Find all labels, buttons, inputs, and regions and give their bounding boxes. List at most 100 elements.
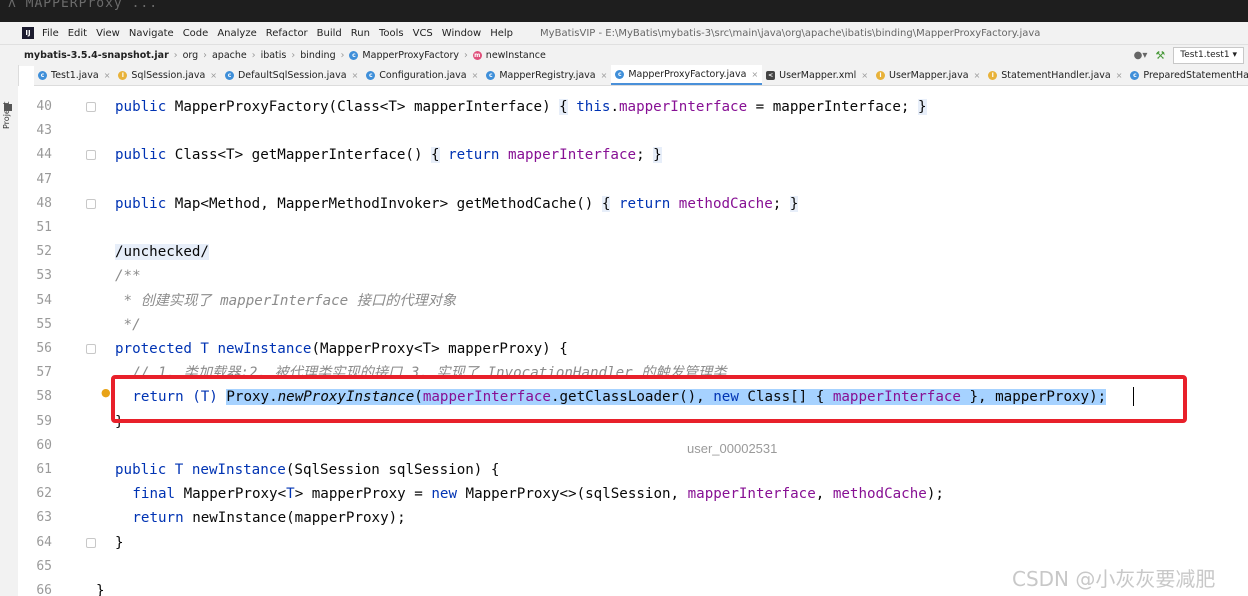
close-tab-icon[interactable]: ×: [601, 71, 608, 80]
code-text: return newInstance(mapperProxy);: [132, 506, 405, 530]
top-strip-text: ʌ MAPPERProxy ...: [8, 0, 159, 11]
breadcrumb-item[interactable]: › m newInstance: [459, 50, 546, 61]
menu-help[interactable]: Help: [490, 28, 513, 39]
code-line[interactable]: 56 protected T newInstance(MapperProxy<T>…: [0, 337, 1248, 361]
code-token: this: [576, 99, 611, 115]
menu-run[interactable]: Run: [351, 28, 370, 39]
code-line[interactable]: 54 * 创建实现了 mapperInterface 接口的代理对象: [0, 289, 1248, 313]
breadcrumb-item[interactable]: › org: [169, 50, 198, 61]
lightbulb-icon[interactable]: ●: [101, 387, 111, 398]
menu-tools[interactable]: Tools: [379, 28, 404, 39]
breadcrumb-label: apache: [211, 50, 247, 61]
line-number: 58: [36, 389, 52, 405]
menu-navigate[interactable]: Navigate: [129, 28, 174, 39]
menu-refactor[interactable]: Refactor: [266, 28, 308, 39]
tab-label: PreparedStatementHandler.java: [1143, 69, 1248, 81]
code-line[interactable]: 52/unchecked/: [0, 240, 1248, 264]
user-icon[interactable]: ●▾: [1134, 50, 1148, 61]
run-config-select[interactable]: Test1.test1 ▾: [1173, 47, 1244, 64]
close-tab-icon[interactable]: ×: [861, 71, 868, 80]
close-tab-icon[interactable]: ×: [1116, 71, 1123, 80]
code-line[interactable]: 51: [0, 216, 1248, 240]
menu-edit[interactable]: Edit: [68, 28, 87, 39]
code-line[interactable]: 43: [0, 119, 1248, 143]
code-editor[interactable]: 40 public MapperProxyFactory(Class<T> map…: [0, 86, 1248, 596]
fold-toggle-icon[interactable]: [86, 344, 96, 354]
editor-tab[interactable]: cPreparedStatementHandler.java×: [1126, 65, 1248, 85]
code-token: return: [448, 147, 508, 164]
code-text: }: [96, 579, 105, 596]
code-text: return (T) Proxy.newProxyInstance(mapper…: [132, 385, 1107, 409]
editor-tab[interactable]: c Configuration.java ×: [362, 65, 482, 85]
menu-window[interactable]: Window: [442, 28, 481, 39]
fold-toggle-icon[interactable]: [86, 102, 96, 112]
close-tab-icon[interactable]: ×: [104, 71, 111, 80]
class-icon: c: [366, 70, 376, 80]
code-line[interactable]: 58 return (T) Proxy.newProxyInstance(mapp…: [0, 385, 1248, 409]
breadcrumb-label: ibatis: [260, 50, 287, 61]
hammer-icon[interactable]: ⚒: [1155, 49, 1165, 62]
close-tab-icon[interactable]: ×: [210, 71, 217, 80]
code-token: ;: [636, 147, 654, 164]
code-line[interactable]: 62 final MapperProxy<T> mapperProxy = new…: [0, 482, 1248, 506]
code-line[interactable]: 63 return newInstance(mapperProxy);: [0, 506, 1248, 530]
editor-tab[interactable]: c Test1.java ×: [34, 65, 114, 85]
code-token: ,: [815, 486, 833, 503]
menu-vcs[interactable]: VCS: [413, 28, 433, 39]
breadcrumb: mybatis-3.5.4-snapshot.jar › org › apache › ib…: [0, 50, 546, 61]
code-text: protected T newInstance(MapperProxy<T> m…: [115, 337, 568, 361]
fold-toggle-icon[interactable]: [86, 198, 96, 209]
fold-toggle-icon[interactable]: [86, 537, 96, 548]
code-line[interactable]: 55 */: [0, 313, 1248, 337]
editor-tab[interactable]: c MapperRegistry.java ×: [482, 65, 611, 85]
menu-build[interactable]: Build: [317, 28, 342, 39]
close-tab-icon[interactable]: ×: [352, 71, 359, 80]
editor-tab[interactable]: I SqlSession.java ×: [114, 65, 221, 85]
code-line[interactable]: 57 // 1. 类加载器;2. 被代理类实现的接口 3. 实现了 Invocat…: [0, 361, 1248, 385]
code-line[interactable]: 59}: [0, 410, 1248, 434]
editor-tab[interactable]: c MapperProxyFactory.java ×: [611, 65, 763, 85]
code-text: public T newInstance(SqlSession sqlSessi…: [115, 458, 499, 482]
run-config-label: Test1.test1: [1180, 50, 1230, 60]
code-line[interactable]: 61 public T newInstance(SqlSession sqlSes…: [0, 458, 1248, 482]
menu-code[interactable]: Code: [183, 28, 209, 39]
code-line[interactable]: 60: [0, 434, 1248, 458]
menu-analyze[interactable]: Analyze: [217, 28, 256, 39]
fold-toggle-icon[interactable]: [86, 150, 96, 161]
code-line[interactable]: 53 /**: [0, 264, 1248, 288]
close-tab-icon[interactable]: ×: [472, 71, 479, 80]
code-token: MapperProxy<>(sqlSession,: [465, 486, 688, 503]
line-number: 40: [36, 99, 52, 114]
code-line[interactable]: 44 public Class<T> getMapperInterface() {…: [0, 143, 1248, 167]
line-number: 44: [36, 147, 52, 163]
breadcrumb-item[interactable]: mybatis-3.5.4-snapshot.jar: [24, 50, 169, 61]
code-line[interactable]: 40 public MapperProxyFactory(Class<T> map…: [0, 95, 1248, 119]
menu-file[interactable]: File: [42, 28, 59, 39]
window-title: MyBatisVIP - E:\MyBatis\mybatis-3\src\ma…: [540, 27, 1041, 39]
class-icon: c: [615, 69, 625, 79]
code-line[interactable]: 48 public Map<Method, MapperMethodInvoker…: [0, 192, 1248, 216]
breadcrumb-item[interactable]: › ibatis: [247, 50, 287, 61]
code-token: (Class<T> mapperInterface): [328, 99, 560, 115]
editor-tab[interactable]: I UserMapper.java ×: [872, 65, 984, 85]
breadcrumb-label: newInstance: [485, 50, 546, 61]
editor-tab[interactable]: < UserMapper.xml ×: [762, 65, 872, 85]
code-line[interactable]: 47: [0, 168, 1248, 192]
code-token: return: [132, 510, 193, 527]
breadcrumb-item[interactable]: › apache: [198, 50, 247, 61]
code-token: Map<Method, MapperMethodInvoker> getMeth…: [174, 195, 602, 212]
code-token: mapperInterface: [687, 486, 816, 503]
editor-tab[interactable]: c DefaultSqlSession.java ×: [221, 65, 362, 85]
close-tab-icon[interactable]: ×: [974, 71, 981, 80]
code-line[interactable]: 64}: [0, 531, 1248, 555]
user-watermark: user_00002531: [687, 441, 778, 456]
code-token: /**: [115, 268, 141, 285]
code-token: public: [115, 147, 175, 164]
editor-tab[interactable]: I StatementHandler.java ×: [984, 65, 1126, 85]
line-number: 64: [36, 534, 52, 550]
menu-view[interactable]: View: [96, 28, 120, 39]
close-tab-icon[interactable]: ×: [751, 70, 758, 79]
breadcrumb-label: binding: [300, 50, 336, 61]
breadcrumb-item[interactable]: › binding: [286, 50, 335, 61]
breadcrumb-item[interactable]: › c MapperProxyFactory: [336, 50, 459, 61]
